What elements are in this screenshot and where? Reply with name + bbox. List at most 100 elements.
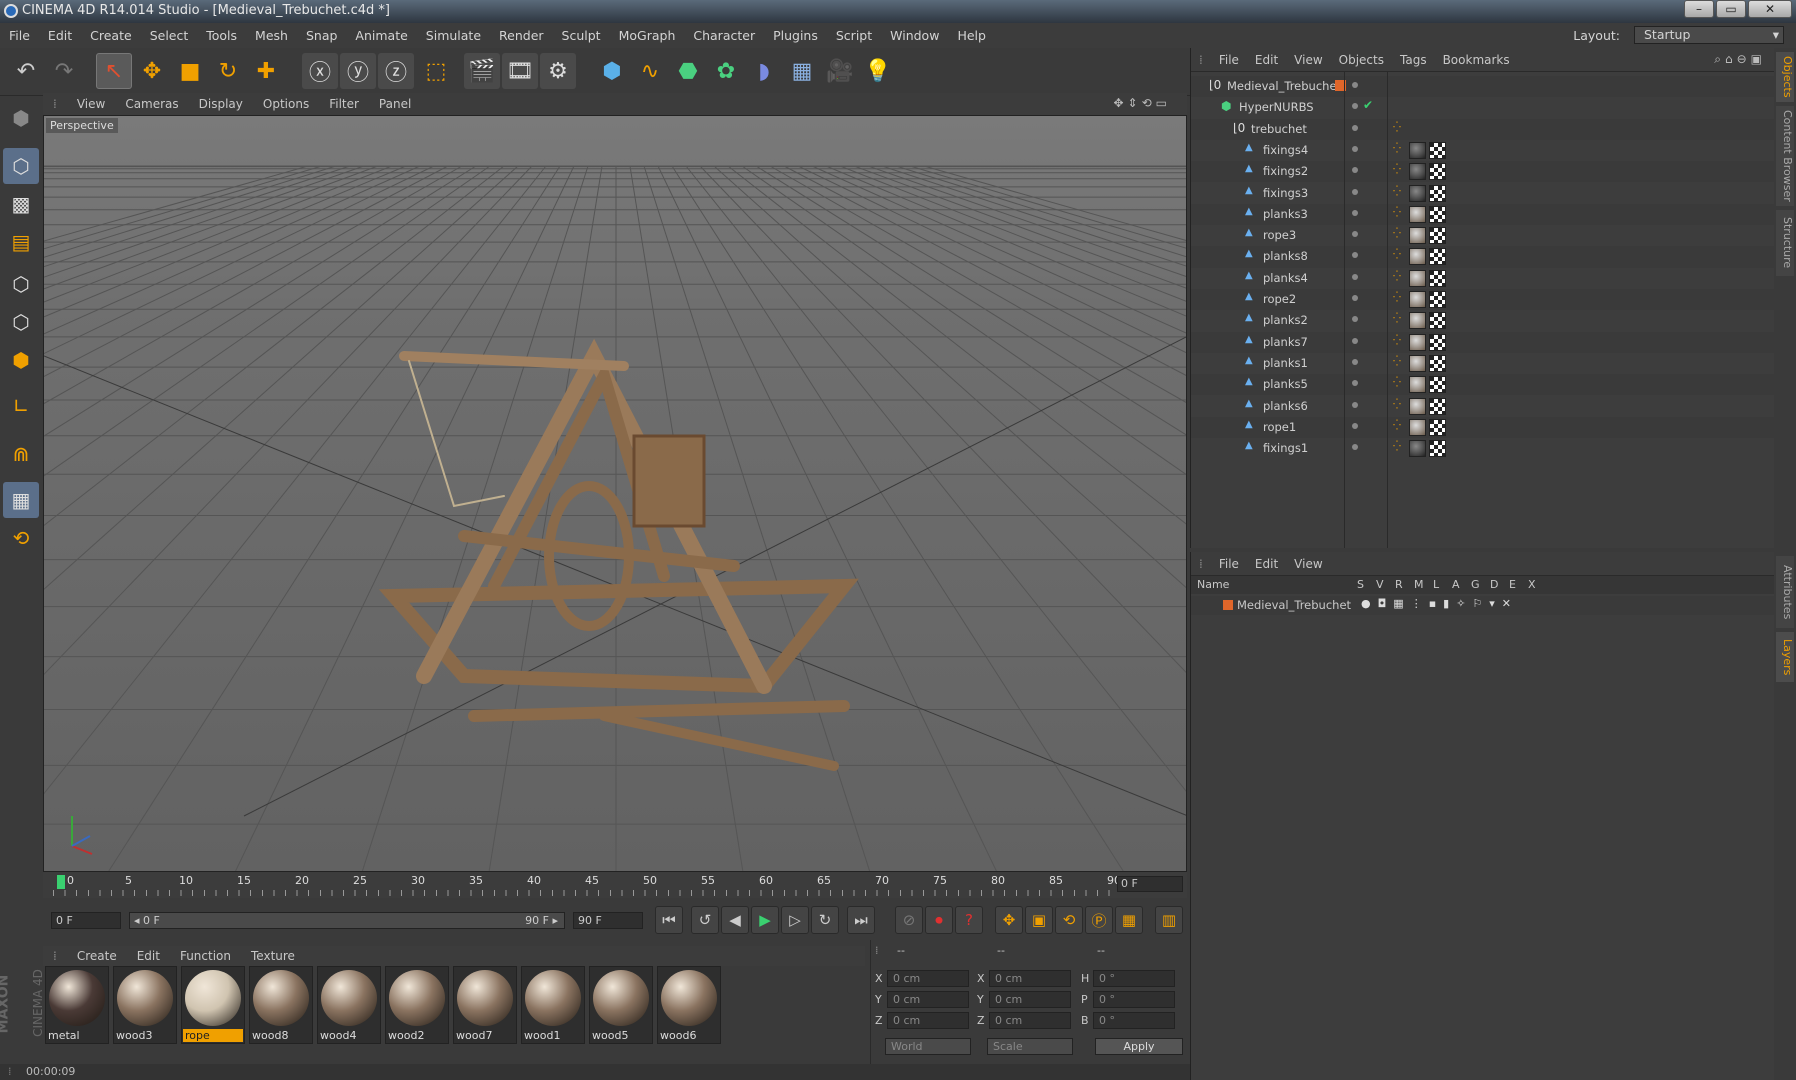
record-pla-icon[interactable]: ▦ [1115,906,1143,934]
material-menu-create[interactable]: Create [67,949,127,963]
size-z-field[interactable]: 0 cm [989,1012,1071,1029]
material-tag-icon[interactable] [1409,269,1426,287]
visibility-dots[interactable] [1352,124,1358,131]
render-view-icon[interactable]: 🎬 [464,53,500,89]
layer-name[interactable]: Medieval_Trebuchet [1237,598,1351,612]
light-icon[interactable]: 💡 [860,53,896,89]
material-tag-icon[interactable] [1409,184,1426,202]
layer-menu-edit[interactable]: Edit [1247,557,1286,571]
object-name[interactable]: planks5 [1263,377,1308,391]
visibility-dots[interactable] [1352,145,1358,152]
visibility-dots[interactable] [1352,316,1358,323]
viewport-navigation-icons[interactable]: ✥⇕⟲▭ [1103,96,1181,110]
phong-tag-icon[interactable]: ⁛ [1393,164,1401,175]
scale-icon[interactable]: ■ [172,53,208,89]
layer-column-s[interactable]: S [1357,578,1364,591]
phong-tag-icon[interactable]: ⁛ [1393,356,1401,367]
floor-icon[interactable]: ▦ [784,53,820,89]
menu-edit[interactable]: Edit [39,28,81,43]
object-name[interactable]: fixings2 [1263,164,1308,178]
coordinate-system-select[interactable]: World [885,1038,971,1055]
tab-objects[interactable]: Objects [1776,52,1794,102]
object-row[interactable]: ▲ planks7 ⁛ [1191,331,1775,353]
menu-mograph[interactable]: MoGraph [610,28,685,43]
frame-range-slider[interactable]: ◂ 0 F 90 F ▸ [129,912,565,929]
object-name[interactable]: planks4 [1263,271,1308,285]
visibility-dots[interactable] [1352,358,1358,365]
layer-column-r[interactable]: R [1395,578,1403,591]
phong-tag-icon[interactable]: ⁛ [1393,249,1401,260]
move-icon[interactable]: ✥ [134,53,170,89]
object-row[interactable]: ⌊0 trebuchet ⁛ [1191,118,1775,140]
position-z-field[interactable]: 0 cm [887,1012,969,1029]
layer-column-l[interactable]: L [1433,578,1439,591]
menu-select[interactable]: Select [141,28,198,43]
layer-menu-file[interactable]: File [1211,557,1247,571]
object-row[interactable]: ▲ planks8 ⁛ [1191,246,1775,268]
layer-column-m[interactable]: M [1414,578,1424,591]
object-name[interactable]: planks2 [1263,313,1308,327]
visibility-dots[interactable] [1352,103,1358,110]
object-name[interactable]: fixings3 [1263,186,1308,200]
layer-column-a[interactable]: A [1452,578,1460,591]
layer-column-d[interactable]: D [1490,578,1498,591]
minimize-button[interactable]: – [1684,0,1714,18]
camera-icon[interactable]: 🎥 [822,53,858,89]
menu-snap[interactable]: Snap [297,28,346,43]
record-position-icon[interactable]: ✥ [995,906,1023,934]
object-name[interactable]: fixings4 [1263,143,1308,157]
object-menu-tags[interactable]: Tags [1392,53,1435,67]
go-to-end-icon[interactable]: ⏭ [847,906,875,934]
layer-color-swatch[interactable] [1223,600,1233,610]
object-manager-tool-icons[interactable]: ⌕⌂⊖▣ [1706,52,1774,67]
previous-frame-icon[interactable]: ◀ [721,906,749,934]
model-mode-icon[interactable]: ⬡ [3,148,39,184]
layer-row[interactable]: Medieval_Trebuchet ●◘▦⋮▪▮✧⚐▾✕ [1191,596,1775,615]
object-name[interactable]: rope2 [1263,292,1296,306]
phong-tag-icon[interactable]: ⁛ [1393,420,1401,431]
last-tool-icon[interactable]: ✚ [248,53,284,89]
rotation-p-field[interactable]: 0 ° [1093,991,1175,1008]
tab-structure[interactable]: Structure [1776,210,1794,276]
object-name[interactable]: planks7 [1263,335,1308,349]
material-tag-icon[interactable] [1409,354,1426,372]
object-name[interactable]: Medieval_Trebuchet [1227,79,1341,93]
material-swatch[interactable]: wood4 [317,966,381,1044]
x-axis-lock-icon[interactable]: ⓧ [302,53,338,89]
rotation-b-field[interactable]: 0 ° [1093,1012,1175,1029]
close-button[interactable]: ✕ [1748,0,1792,18]
material-tag-icon[interactable] [1409,205,1426,223]
position-y-field[interactable]: 0 cm [887,991,969,1008]
edges-mode-icon[interactable]: ⬡ [3,304,39,340]
layer-column-x[interactable]: X [1528,578,1536,591]
menu-simulate[interactable]: Simulate [417,28,490,43]
phong-tag-icon[interactable]: ⁛ [1393,207,1401,218]
viewport-menu-filter[interactable]: Filter [319,97,369,111]
record-scale-icon[interactable]: ▣ [1025,906,1053,934]
object-name[interactable]: rope3 [1263,228,1296,242]
phong-tag-icon[interactable]: ⁛ [1393,313,1401,324]
menu-animate[interactable]: Animate [346,28,416,43]
menu-file[interactable]: File [0,28,39,43]
menu-render[interactable]: Render [490,28,553,43]
object-row[interactable]: ▲ rope3 ⁛ [1191,225,1775,246]
tab-layers[interactable]: Layers [1776,632,1794,682]
visibility-dots[interactable] [1352,380,1358,387]
object-row[interactable]: ▲ fixings4 ⁛ [1191,140,1775,161]
menu-window[interactable]: Window [881,28,948,43]
object-row[interactable]: ▲ fixings1 ⁛ [1191,438,1775,459]
apply-button[interactable]: Apply [1095,1038,1183,1055]
phong-tag-icon[interactable]: ⁛ [1393,186,1401,197]
object-row[interactable]: ⌊0 Medieval_Trebuchet [1191,76,1775,98]
record-icon[interactable]: ⏺ [925,906,953,934]
record-parameter-icon[interactable]: Ⓟ [1085,906,1113,934]
texture-tag-icon[interactable] [1429,440,1446,458]
visibility-dots[interactable] [1352,422,1358,429]
texture-tag-icon[interactable] [1429,312,1446,330]
nurbs-icon[interactable]: ⬣ [670,53,706,89]
material-menu-texture[interactable]: Texture [241,949,305,963]
phong-tag-icon[interactable]: ⁛ [1393,143,1401,154]
y-axis-lock-icon[interactable]: ⓨ [340,53,376,89]
material-tag-icon[interactable] [1409,333,1426,351]
make-editable-icon[interactable]: ⬢ [3,100,39,136]
